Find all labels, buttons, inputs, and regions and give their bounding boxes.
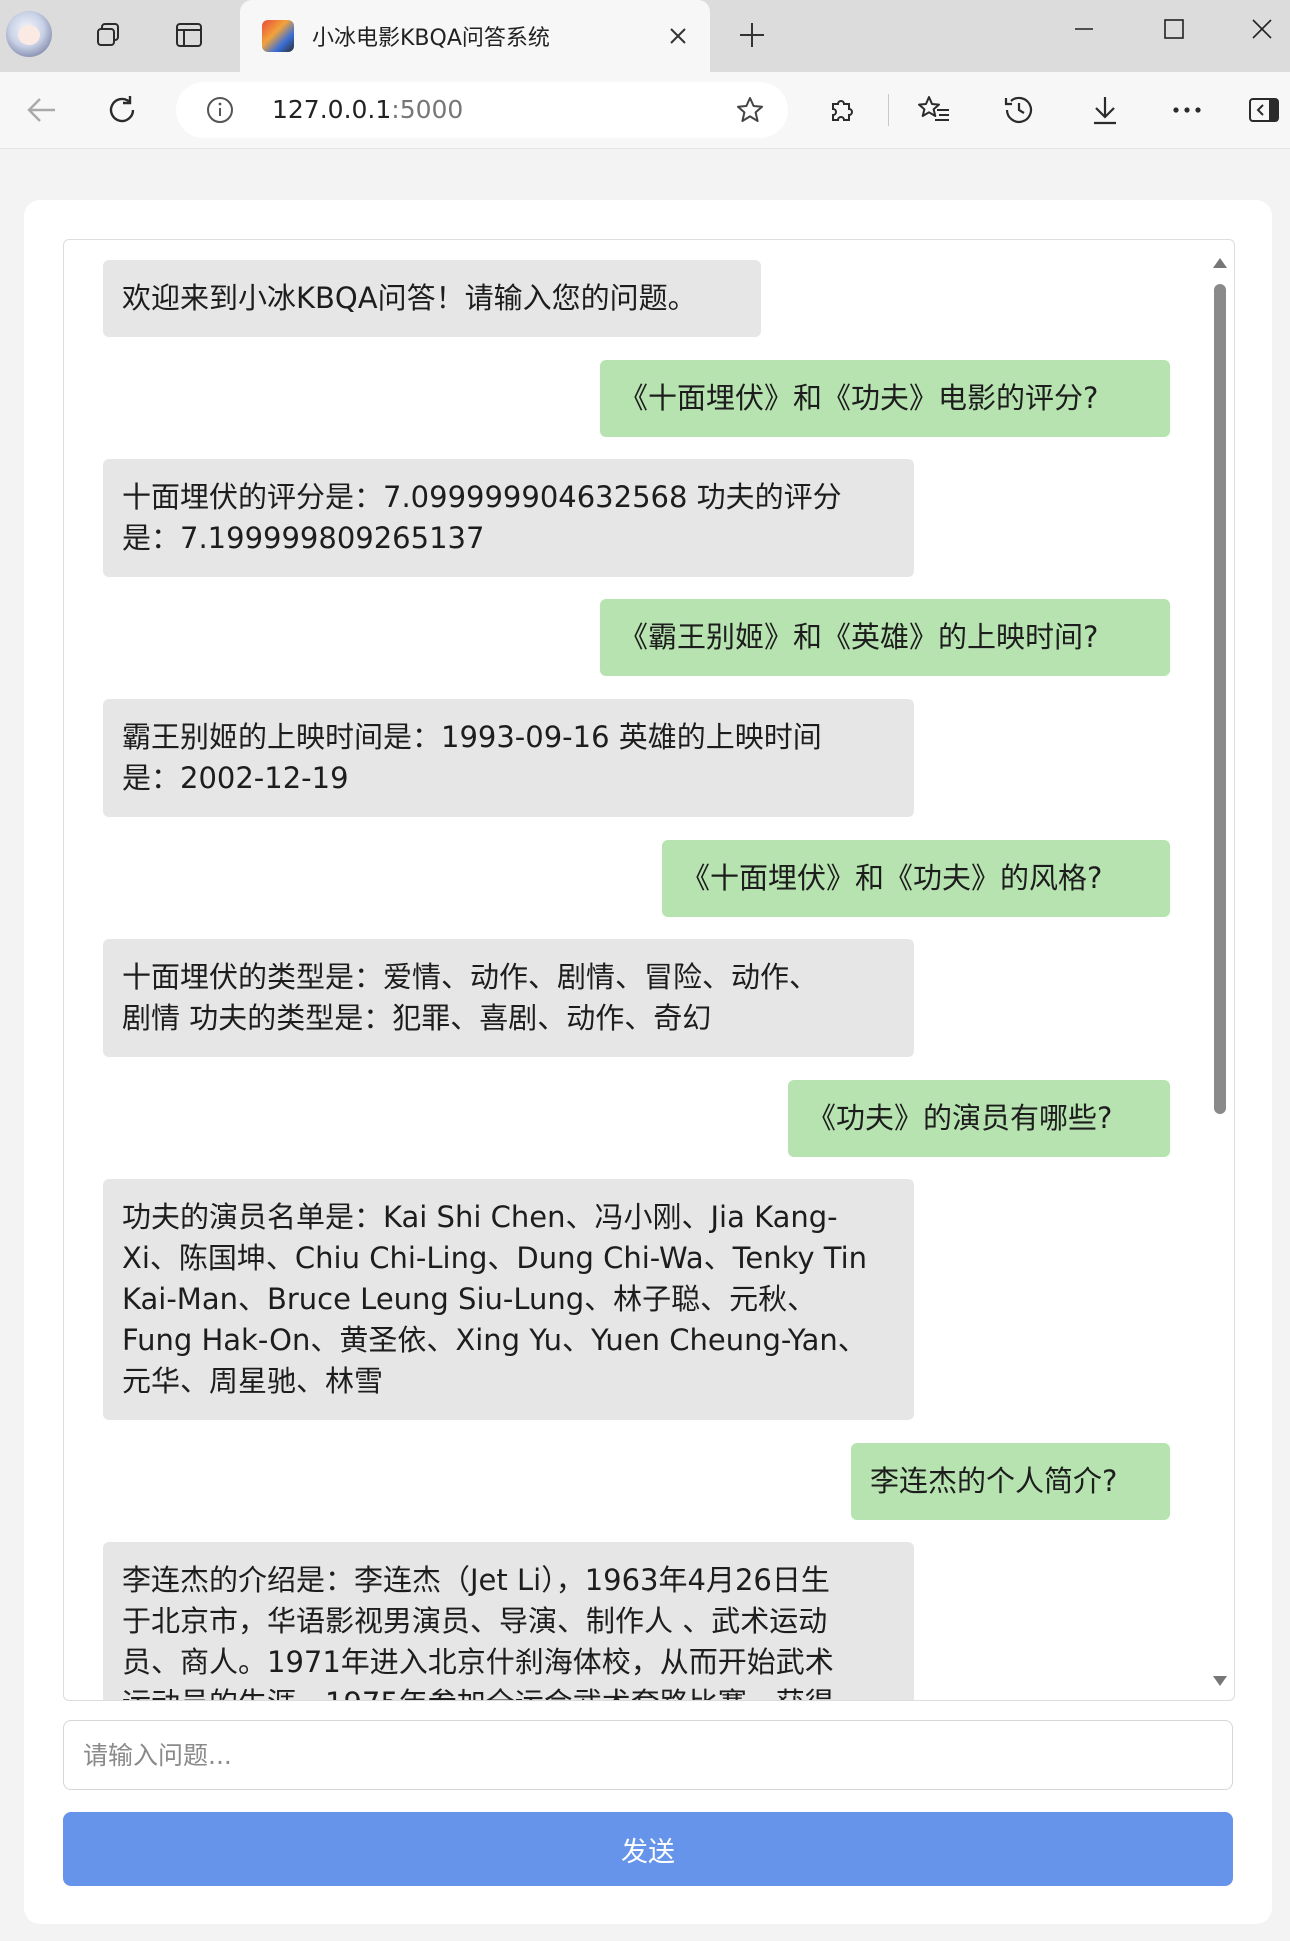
scroll-down-icon[interactable] (1211, 1672, 1229, 1690)
active-tab[interactable]: 小冰电影KBQA问答系统 (240, 0, 710, 72)
site-info-icon[interactable] (206, 96, 234, 124)
url-port: :5000 (391, 95, 464, 124)
refresh-icon[interactable] (98, 86, 146, 134)
back-arrow-icon[interactable] (18, 86, 66, 134)
window-close-icon[interactable] (1232, 4, 1290, 54)
maximize-icon[interactable] (1144, 4, 1204, 54)
url-host: 127.0.0.1 (272, 95, 392, 124)
bot-message: 十面埋伏的类型是：爱情、动作、剧情、冒险、动作、 剧情 功夫的类型是：犯罪、喜剧… (103, 939, 914, 1057)
bot-message: 霸王别姬的上映时间是：1993-09-16 英雄的上映时间 是：2002-12-… (103, 699, 914, 817)
new-tab-icon[interactable] (727, 10, 777, 60)
toolbar-separator (888, 94, 889, 126)
user-message: 《霸王别姬》和《英雄》的上映时间? (600, 599, 1170, 676)
scrollbar[interactable] (1212, 284, 1228, 1674)
favorites-icon[interactable] (910, 86, 958, 134)
chat-card: 欢迎来到小冰KBQA问答！请输入您的问题。 《十面埋伏》和《功夫》电影的评分? … (24, 200, 1272, 1924)
send-button[interactable]: 发送 (63, 1812, 1233, 1886)
more-menu-icon[interactable] (1163, 86, 1211, 134)
browser-tab-bar: 小冰电影KBQA问答系统 (0, 0, 1290, 72)
url-text[interactable]: 127.0.0.1:5000 (272, 95, 463, 124)
user-message: 《功夫》的演员有哪些? (788, 1080, 1170, 1157)
browser-toolbar: 127.0.0.1:5000 (0, 72, 1290, 149)
minimize-icon[interactable] (1054, 4, 1114, 54)
favorite-star-icon[interactable] (734, 94, 766, 126)
bot-message: 李连杰的介绍是：李连杰（Jet Li），1963年4月26日生 于北京市，华语影… (103, 1542, 914, 1700)
workspaces-icon[interactable] (83, 10, 133, 60)
vertical-tabs-icon[interactable] (164, 10, 214, 60)
bot-message: 功夫的演员名单是：Kai Shi Chen、冯小刚、Jia Kang- Xi、陈… (103, 1179, 914, 1420)
history-icon[interactable] (995, 86, 1043, 134)
scrollbar-thumb[interactable] (1214, 284, 1226, 1114)
bot-message: 十面埋伏的评分是：7.099999904632568 功夫的评分 是：7.199… (103, 459, 914, 577)
chat-history-box[interactable]: 欢迎来到小冰KBQA问答！请输入您的问题。 《十面埋伏》和《功夫》电影的评分? … (63, 239, 1235, 1701)
sidebar-toggle-icon[interactable] (1240, 86, 1288, 134)
site-favicon-icon (262, 20, 294, 52)
download-icon[interactable] (1081, 86, 1129, 134)
close-tab-icon[interactable] (660, 18, 696, 54)
user-message: 《十面埋伏》和《功夫》的风格? (662, 840, 1170, 917)
profile-avatar[interactable] (6, 11, 52, 57)
scroll-up-icon[interactable] (1211, 254, 1229, 272)
address-bar[interactable]: 127.0.0.1:5000 (176, 82, 788, 138)
question-input[interactable] (63, 1720, 1233, 1790)
tab-title: 小冰电影KBQA问答系统 (312, 26, 550, 51)
bot-message: 欢迎来到小冰KBQA问答！请输入您的问题。 (103, 260, 761, 337)
user-message: 李连杰的个人简介? (851, 1443, 1170, 1520)
message-list: 欢迎来到小冰KBQA问答！请输入您的问题。 《十面埋伏》和《功夫》电影的评分? … (64, 240, 1210, 1700)
user-message: 《十面埋伏》和《功夫》电影的评分? (600, 360, 1170, 437)
extensions-icon[interactable] (818, 86, 866, 134)
